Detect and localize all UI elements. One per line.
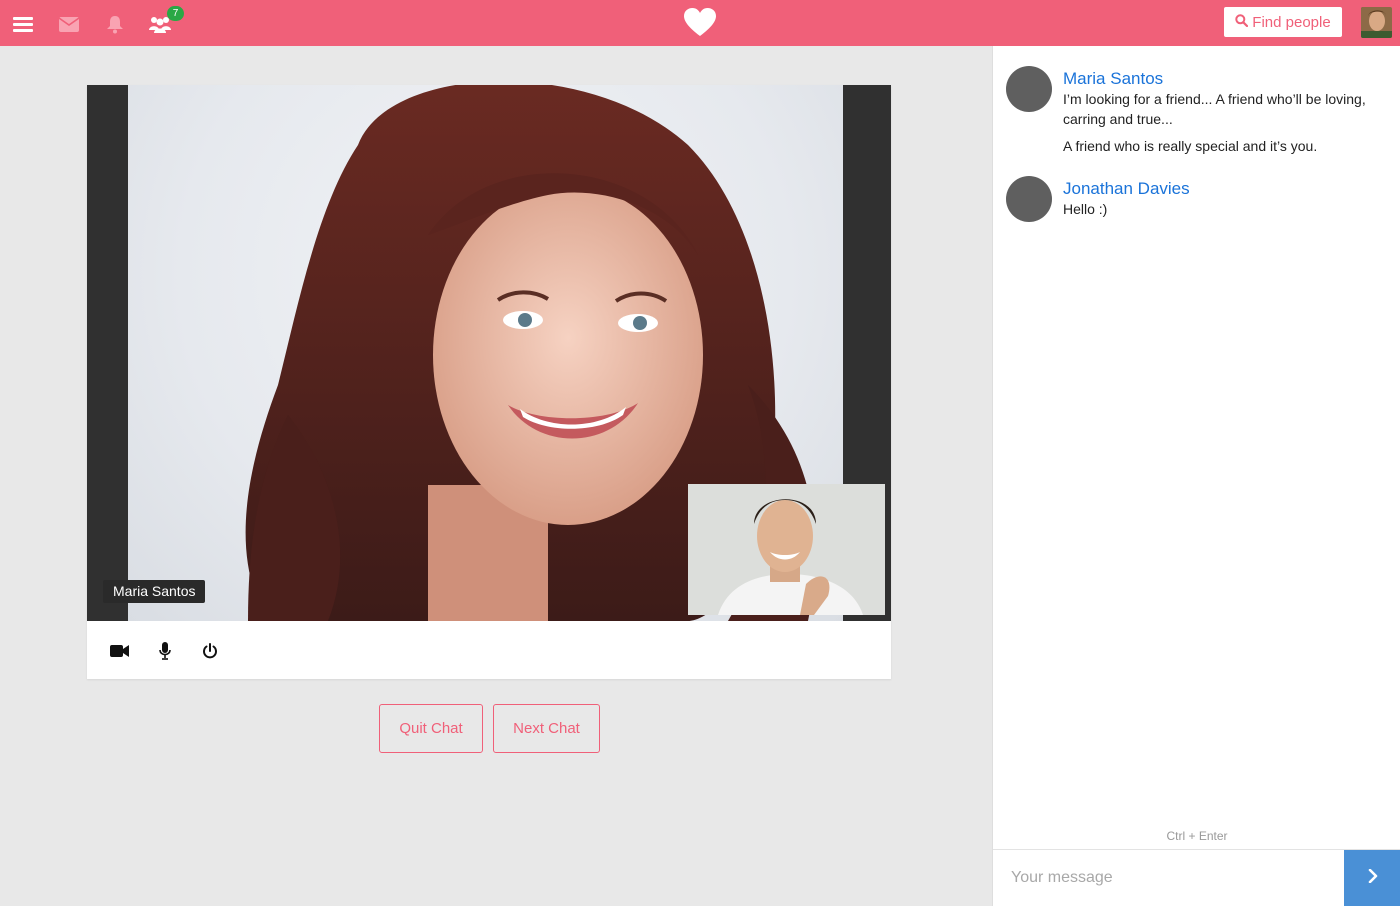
message-author[interactable]: Maria Santos: [1063, 69, 1163, 89]
user-avatar[interactable]: [1361, 7, 1392, 38]
chat-panel: Maria Santos I’m looking for a friend...…: [992, 46, 1400, 906]
microphone-icon[interactable]: [154, 640, 176, 662]
power-icon[interactable]: [199, 640, 221, 662]
heart-logo[interactable]: [683, 6, 717, 40]
video-controls: [87, 621, 891, 679]
remote-name-tag: Maria Santos: [103, 580, 206, 603]
envelope-icon[interactable]: [57, 12, 81, 36]
send-button[interactable]: [1344, 850, 1400, 906]
quit-chat-button[interactable]: Quit Chat: [379, 704, 483, 753]
send-shortcut-hint: Ctrl + Enter: [1166, 829, 1228, 843]
self-video-preview[interactable]: [688, 484, 885, 615]
search-icon: [1235, 13, 1249, 31]
message-input[interactable]: [993, 850, 1344, 906]
next-chat-button[interactable]: Next Chat: [493, 704, 600, 753]
notification-badge: 7: [167, 6, 184, 21]
video-panel: Maria Santos: [87, 85, 891, 679]
video-frame: Maria Santos: [87, 85, 891, 621]
find-people-button[interactable]: Find people: [1224, 7, 1342, 37]
menu-icon[interactable]: [11, 12, 35, 36]
message-text: A friend who is really special and it’s …: [1063, 138, 1318, 154]
message-text: I’m looking for a friend... A friend who…: [1063, 91, 1366, 127]
message-composer: [993, 849, 1400, 906]
top-bar: 7 Find people: [0, 0, 1400, 46]
find-people-label: Find people: [1252, 13, 1331, 31]
message-author[interactable]: Jonathan Davies: [1063, 179, 1190, 199]
avatar[interactable]: [1006, 66, 1052, 112]
avatar[interactable]: [1006, 176, 1052, 222]
bell-icon[interactable]: [103, 12, 127, 36]
chevron-right-icon: [1368, 868, 1378, 888]
message-text: Hello :): [1063, 201, 1108, 217]
video-camera-icon[interactable]: [108, 640, 130, 662]
